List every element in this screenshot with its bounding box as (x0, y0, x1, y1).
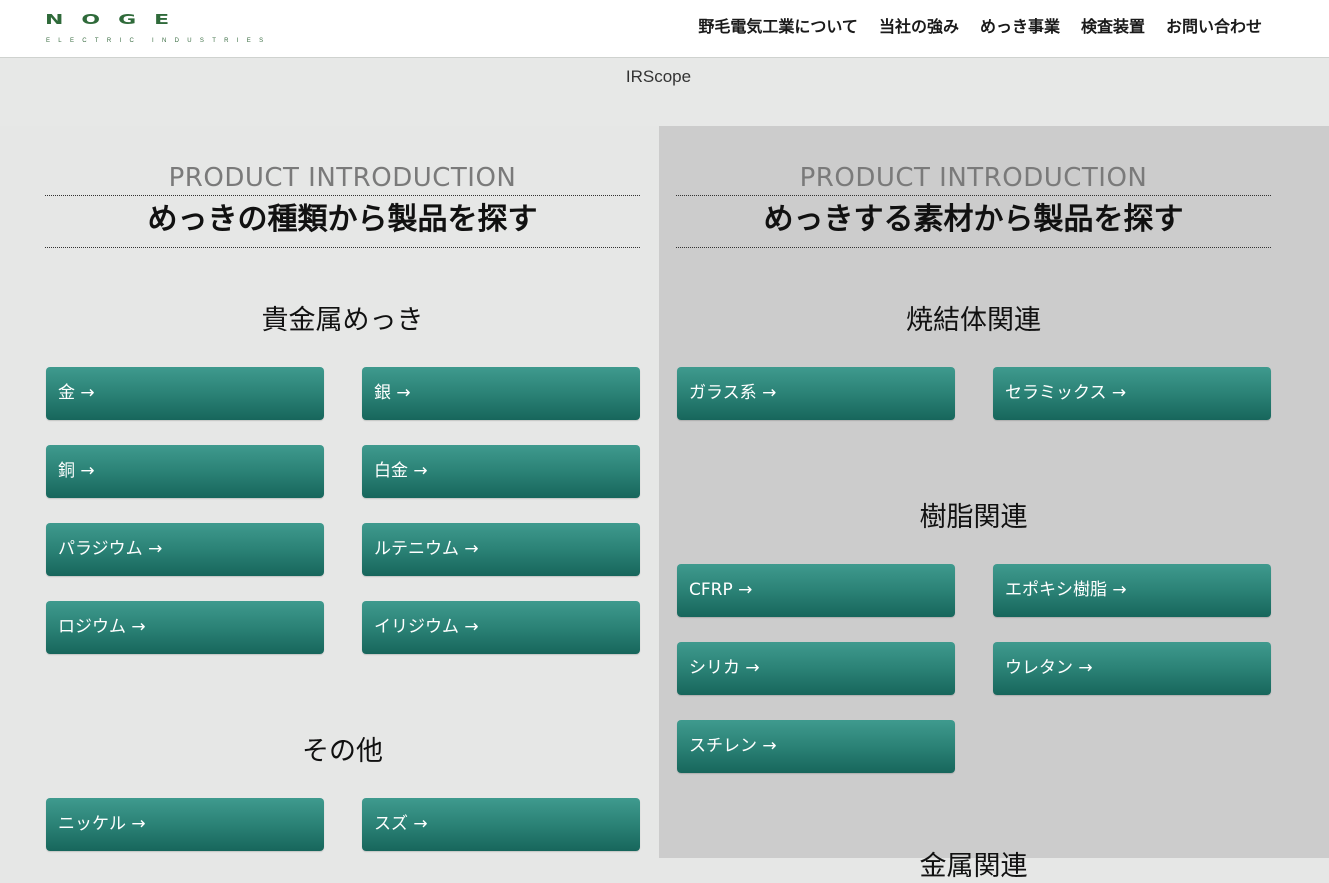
product-button-ceramics[interactable]: セラミックス → (993, 367, 1271, 420)
product-button-epoxy[interactable]: エポキシ樹脂 → (993, 564, 1271, 617)
category-title-metal: 金属関連 (919, 851, 1028, 882)
section-eyebrow: PRODUCT INTRODUCTION (45, 162, 640, 196)
category-title-resin: 樹脂関連 (919, 502, 1028, 533)
noge-logo[interactable]: NOGE ELECTRIC INDUSTRIES (45, 12, 297, 46)
section-eyebrow: PRODUCT INTRODUCTION (676, 162, 1271, 196)
product-button-styrene[interactable]: スチレン → (677, 720, 955, 773)
product-button-nickel[interactable]: ニッケル → (46, 798, 324, 851)
plating-type-panel: PRODUCT INTRODUCTION めっきの種類から製品を探す 貴金属めっ… (0, 126, 659, 858)
nav-plating-business[interactable]: めっき事業 (980, 16, 1060, 38)
product-button-platinum[interactable]: 白金 → (362, 445, 640, 498)
site-header: NOGE ELECTRIC INDUSTRIES 野毛電気工業について 当社の強… (0, 0, 1329, 58)
product-button-silver[interactable]: 銀 → (362, 367, 640, 420)
product-button-glass[interactable]: ガラス系 → (677, 367, 955, 420)
section-heading: PRODUCT INTRODUCTION めっきする素材から製品を探す (676, 162, 1271, 248)
breadcrumb: IRScope (625, 67, 692, 86)
product-button-rhodium[interactable]: ロジウム → (46, 601, 324, 654)
breadcrumb-band: IRScope (0, 58, 1329, 126)
product-button-ruthenium[interactable]: ルテニウム → (362, 523, 640, 576)
product-button-copper[interactable]: 銅 → (46, 445, 324, 498)
section-title: めっきの種類から製品を探す (45, 196, 640, 248)
product-button-tin[interactable]: スズ → (362, 798, 640, 851)
product-button-palladium[interactable]: パラジウム → (46, 523, 324, 576)
category-title-other: その他 (302, 736, 383, 767)
product-button-cfrp[interactable]: CFRP → (677, 564, 955, 617)
nav-about[interactable]: 野毛電気工業について (698, 16, 858, 38)
category-title-precious-metals: 貴金属めっき (261, 305, 424, 336)
product-button-iridium[interactable]: イリジウム → (362, 601, 640, 654)
nav-contact[interactable]: お問い合わせ (1166, 16, 1262, 38)
logo-wordmark: NOGE (45, 12, 188, 28)
logo-subtext: ELECTRIC INDUSTRIES (46, 38, 272, 44)
nav-inspection-equipment[interactable]: 検査装置 (1081, 16, 1145, 38)
product-button-urethane[interactable]: ウレタン → (993, 642, 1271, 695)
section-heading: PRODUCT INTRODUCTION めっきの種類から製品を探す (45, 162, 640, 248)
section-title: めっきする素材から製品を探す (676, 196, 1271, 248)
product-button-silica[interactable]: シリカ → (677, 642, 955, 695)
material-panel: PRODUCT INTRODUCTION めっきする素材から製品を探す 焼結体関… (659, 126, 1329, 882)
product-button-gold[interactable]: 金 → (46, 367, 324, 420)
nav-strengths[interactable]: 当社の強み (879, 16, 959, 38)
main-nav: 野毛電気工業について 当社の強み めっき事業 検査装置 お問い合わせ (698, 16, 1262, 38)
category-title-sintered: 焼結体関連 (906, 305, 1041, 336)
